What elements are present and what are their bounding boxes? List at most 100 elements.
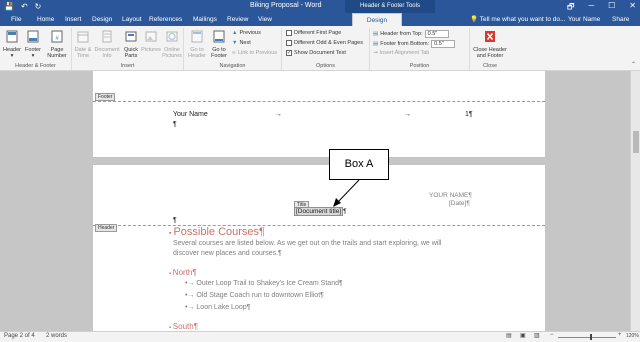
tab-file[interactable]: File [8,13,24,26]
header-icon [6,30,18,43]
header-from-top-input[interactable]: 0.5" [424,30,449,38]
position-group: ▤ Header from Top: 0.5" ▤ Footer from Bott… [370,28,470,70]
close-x-icon [485,31,495,42]
share-button[interactable]: Share [612,13,629,26]
go-to-footer-button[interactable]: Go to Footer [208,30,230,60]
online-pictures-button[interactable]: Online Pictures [161,30,183,60]
ribbon-tabs: File Home Insert Design Layout Reference… [0,13,640,26]
zoom-slider[interactable] [558,337,616,338]
page-1: Footer Your Name → → 1¶ ¶ [93,71,545,157]
tab-design[interactable]: Design [89,13,115,26]
next-button[interactable]: ▼ Next [232,40,251,46]
bullet-icon: •→ [185,304,197,311]
header-boundary [93,225,545,226]
header-date[interactable]: [Date]¶ [449,200,470,207]
collapse-ribbon-icon[interactable]: ⌃ [631,61,636,68]
checkbox-unchecked[interactable] [286,30,292,36]
tab-arrow: → [275,111,282,118]
calendar-icon [77,31,89,43]
date-time-button[interactable]: Date & Time [73,30,93,60]
user-account[interactable]: Your Name [568,13,600,26]
close-header-footer-button[interactable]: Close Header and Footer [471,30,509,60]
contextual-tab-label: Header & Footer Tools [345,0,435,13]
link-icon: ∞ [232,50,236,56]
show-document-text-checkbox[interactable]: ✓ Show Document Text [286,50,346,56]
group-label: Close [482,63,498,69]
page-count[interactable]: Page 2 of 4 [4,333,35,339]
zoom-out-icon[interactable]: − [550,332,554,338]
body-text-line-2[interactable]: discover new places and courses.¶ [173,250,282,257]
footer-icon [27,30,39,43]
header-author[interactable]: YOUR NAME¶ [429,192,472,199]
bullet-icon: •→ [185,280,197,287]
footer-page-number[interactable]: 1¶ [465,111,473,118]
document-info-icon [102,30,112,43]
header-footer-group: Header ▾ Footer ▾ # Page Number Header &… [0,28,72,70]
zoom-in-icon[interactable]: + [618,332,622,338]
document-info-button[interactable]: Document Info [93,30,121,60]
footer-from-bottom-input[interactable]: 0.5" [431,40,456,48]
header-tag: Header [95,224,118,232]
document-title-control[interactable]: [Document title] ¶ [294,207,347,216]
page-number-button[interactable]: # Page Number [44,30,70,60]
print-layout-icon[interactable]: ▣ [520,332,526,339]
list-item[interactable]: •→ Loon Lake Loop¶ [185,304,250,311]
footer-tag: Footer [95,93,116,101]
read-mode-icon[interactable]: ▤ [506,332,512,339]
undo-icon[interactable]: ↶ [21,2,28,11]
zoom-level[interactable]: 120% [626,333,639,339]
title-bar: 💾 ↶ ↻ Biking Proposal - Word Header & Fo… [0,0,640,13]
link-to-previous-button[interactable]: ∞ Link to Previous [232,50,277,56]
body-text-line-1[interactable]: Several courses are listed below. As we … [173,240,441,247]
tell-me-search[interactable]: 💡 Tell me what you want to do... [470,13,565,26]
tab-layout[interactable]: Layout [119,13,145,26]
vertical-scrollbar[interactable] [630,71,640,331]
scroll-thumb[interactable] [633,131,639,153]
paragraph-mark: ¶ [173,217,177,224]
next-icon: ▼ [232,40,238,46]
different-first-page-checkbox[interactable]: Different First Page [286,30,341,36]
checkbox-unchecked[interactable] [286,40,292,46]
tab-review[interactable]: Review [224,13,251,26]
go-to-header-button[interactable]: Go to Header [186,30,208,60]
insert-alignment-tab-button[interactable]: ⇥ Insert Alignment Tab [373,50,429,56]
word-count[interactable]: 2 words [46,333,67,339]
navigation-group: Go to Header Go to Footer ▲ Previous ▼ Nex… [184,28,282,70]
web-layout-icon[interactable]: ▥ [534,332,540,339]
save-icon[interactable]: 💾 [4,2,14,11]
previous-button[interactable]: ▲ Previous [232,30,261,36]
footer-button[interactable]: Footer ▾ [23,30,43,60]
ribbon: Header ▾ Footer ▾ # Page Number Header &… [0,26,640,71]
go-to-footer-icon [213,30,225,43]
subheading-south[interactable]: ▪ South¶ [169,322,198,331]
redo-icon[interactable]: ↻ [35,2,42,11]
subheading-north[interactable]: ▪ North¶ [169,268,197,277]
tab-mailings[interactable]: Mailings [190,13,220,26]
picture-icon [145,31,157,42]
header-button[interactable]: Header ▾ [2,30,22,60]
section-heading[interactable]: ▪ Possible Courses¶ [169,226,265,238]
tab-references[interactable]: References [146,13,185,26]
footer-from-bottom-row: ▤ Footer from Bottom: 0.5" [373,40,456,48]
close-group: Close Header and Footer Close [470,28,510,70]
window-title: Biking Proposal - Word [250,2,322,9]
pictures-button[interactable]: Pictures [141,30,161,53]
quick-parts-icon [125,31,137,42]
go-to-header-icon [191,30,203,43]
different-odd-even-checkbox[interactable]: Different Odd & Even Pages [286,40,363,46]
insert-group: Date & Time Document Info Quick Parts Pi… [72,28,184,70]
tab-home[interactable]: Home [34,13,57,26]
footer-author[interactable]: Your Name [173,111,208,118]
tab-view[interactable]: View [255,13,275,26]
zoom-slider-thumb[interactable] [590,334,592,340]
quick-parts-button[interactable]: Quick Parts [121,30,141,60]
checkbox-checked[interactable]: ✓ [286,50,292,56]
alignment-tab-icon: ⇥ [373,50,378,56]
bullet-icon: •→ [185,292,197,299]
tab-insert[interactable]: Insert [62,13,84,26]
tab-header-footer-design[interactable]: Design [352,13,402,26]
header-position-icon: ▤ [373,31,379,37]
list-item[interactable]: •→ Outer Loop Trail to Shakey's Ice Crea… [185,280,343,287]
previous-icon: ▲ [232,30,238,36]
list-item[interactable]: •→ Old Stage Coach run to downtown Ellio… [185,292,324,299]
